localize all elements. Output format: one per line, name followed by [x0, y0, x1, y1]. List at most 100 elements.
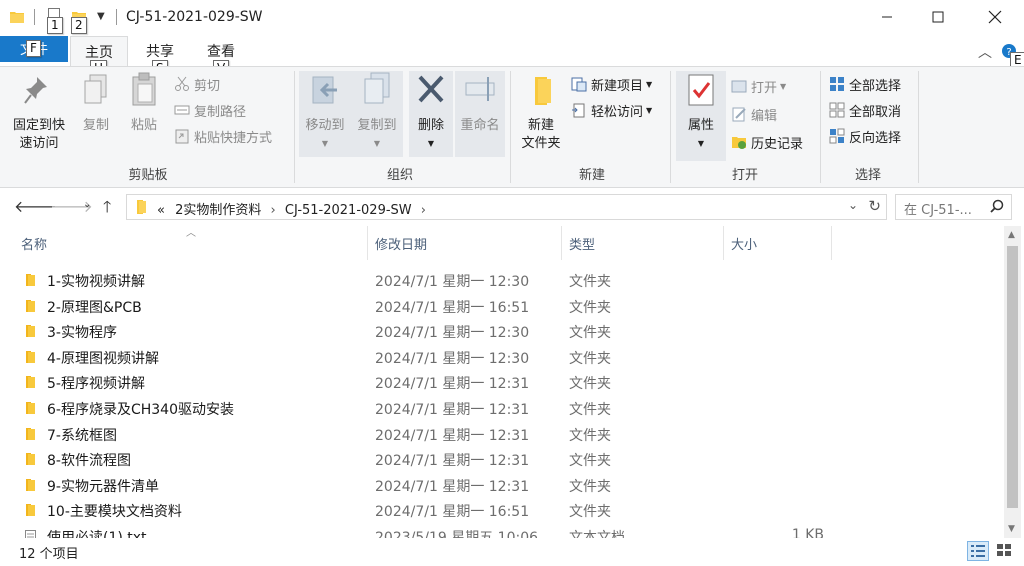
large-icons-view-button[interactable] — [994, 541, 1016, 561]
chevron-down-icon: ▼ — [780, 81, 787, 91]
folder-icon — [26, 274, 35, 286]
navigation-bar: 🡐 🡒 ⌄ 🡑 « 2实物制作资料 › CJ-51-2021-029-SW › … — [0, 190, 1024, 224]
file-size: 1 KB — [791, 527, 824, 538]
cut-button[interactable]: 剪切 — [174, 73, 220, 95]
refresh-icon[interactable]: ↻ — [868, 197, 881, 215]
scroll-thumb[interactable] — [1007, 246, 1018, 508]
chevron-down-icon: ▼ — [373, 139, 381, 148]
address-history-chevron-icon[interactable]: ⌄ — [848, 198, 858, 212]
new-item-icon — [571, 77, 587, 92]
file-name: 6-程序烧录及CH340驱动安装 — [47, 402, 234, 418]
cut-label: 剪切 — [194, 78, 221, 94]
file-row[interactable]: 10-主要模块文档资料 2024/7/1 星期一 16:51 文件夹 — [0, 497, 1000, 522]
folder-icon — [26, 453, 35, 466]
file-name: 5-程序视频讲解 — [47, 376, 145, 393]
copy-path-button[interactable]: 复制路径 — [174, 99, 246, 121]
file-row[interactable]: 8-软件流程图 2024/7/1 星期一 12:31 文件夹 — [0, 446, 1000, 471]
paste-button[interactable]: 粘贴 — [124, 71, 164, 135]
new-folder-icon — [535, 77, 551, 105]
chevron-right-icon[interactable]: › — [271, 203, 276, 218]
status-bar: 12 个项目 — [0, 538, 1024, 566]
easy-access-icon — [572, 103, 585, 118]
group-label-new: 新建 — [578, 168, 605, 183]
ribbon: 固定到快 速访问 复制 粘贴 剪切 复制路径 粘贴快捷方式 剪贴板 移动到 ▼ … — [0, 66, 1024, 188]
column-header-type[interactable]: 类型 — [562, 226, 724, 260]
file-name: 2-原理图&PCB — [47, 299, 142, 316]
pin-label: 固定到快 速访问 — [12, 118, 65, 151]
file-row[interactable]: 1-实物视频讲解 2024/7/1 星期一 12:30 文件夹 — [0, 267, 1000, 292]
file-row[interactable]: 3-实物程序 2024/7/1 星期一 12:30 文件夹 — [0, 318, 1000, 343]
recent-locations-chevron-icon[interactable]: ⌄ — [83, 199, 91, 210]
file-type: 文件夹 — [569, 402, 611, 418]
new-folder-label: 新建 文件夹 — [521, 118, 561, 151]
customize-qat-chevron-icon[interactable]: ▼ — [97, 11, 105, 22]
group-label-select: 选择 — [854, 168, 881, 183]
file-date: 2024/7/1 星期一 16:51 — [375, 504, 530, 521]
file-row[interactable]: 5-程序视频讲解 2024/7/1 星期一 12:31 文件夹 — [0, 369, 1000, 394]
open-button[interactable]: 打开 ▼ — [731, 75, 786, 97]
file-name: 8-软件流程图 — [47, 453, 131, 470]
paste-shortcut-button[interactable]: 粘贴快捷方式 — [174, 125, 272, 147]
easy-access-button[interactable]: 轻松访问 ▼ — [571, 99, 652, 121]
properties-label: 属性 — [687, 118, 714, 133]
address-bar[interactable]: « 2实物制作资料 › CJ-51-2021-029-SW › ⌄ ↻ — [126, 194, 887, 220]
file-row[interactable]: 7-系统框图 2024/7/1 星期一 12:31 文件夹 — [0, 421, 1000, 446]
folder-icon — [26, 427, 35, 440]
pin-quick-access-button[interactable]: 固定到快 速访问 — [8, 71, 70, 153]
vertical-scrollbar[interactable]: ▲ ▼ — [1004, 226, 1021, 538]
minimize-button[interactable] — [864, 0, 910, 34]
rename-icon — [465, 77, 495, 101]
properties-button[interactable]: 属性 ▼ — [676, 71, 726, 161]
file-row[interactable]: 4-原理图视频讲解 2024/7/1 星期一 12:30 文件夹 — [0, 344, 1000, 369]
maximize-button[interactable] — [915, 0, 961, 34]
file-date: 2024/7/1 星期一 16:51 — [375, 299, 530, 316]
chevron-right-icon[interactable]: › — [421, 203, 426, 218]
breadcrumb-overflow[interactable]: « — [157, 203, 165, 218]
column-header-size[interactable]: 大小 — [724, 226, 832, 260]
separator — [294, 71, 295, 183]
search-box[interactable]: 在 CJ-51-... — [895, 194, 1012, 220]
folder-icon — [26, 376, 35, 389]
close-button[interactable] — [972, 0, 1018, 34]
separator — [116, 9, 117, 25]
file-row[interactable]: 6-程序烧录及CH340驱动安装 2024/7/1 星期一 12:31 文件夹 — [0, 395, 1000, 420]
delete-button[interactable]: 删除 ▼ — [409, 71, 453, 157]
select-none-button[interactable]: 全部取消 — [829, 99, 901, 121]
edit-button[interactable]: 编辑 — [731, 103, 777, 125]
new-item-label: 新建项目 — [591, 78, 644, 94]
folder-icon — [26, 402, 35, 414]
file-type: 文件夹 — [569, 453, 611, 470]
search-placeholder: 在 CJ-51-... — [904, 203, 972, 218]
up-arrow-icon[interactable]: 🡑 — [103, 196, 111, 223]
folder-icon — [26, 350, 35, 363]
move-to-button[interactable]: 移动到 ▼ — [299, 71, 351, 157]
rename-button[interactable]: 重命名 — [455, 71, 505, 157]
select-none-icon — [829, 102, 845, 118]
new-item-button[interactable]: 新建项目 ▼ — [571, 73, 652, 95]
easy-access-label: 轻松访问 — [591, 104, 644, 120]
file-row[interactable]: 9-实物元器件清单 2024/7/1 星期一 12:31 文件夹 — [0, 472, 1000, 497]
history-button[interactable]: 历史记录 — [731, 131, 803, 153]
expand-ribbon-chevron-icon[interactable]: ︿ — [978, 42, 992, 62]
keytip-qat-2: 2 — [71, 17, 87, 34]
invert-selection-button[interactable]: 反向选择 — [829, 125, 901, 147]
breadcrumb-item[interactable]: 2实物制作资料 — [175, 203, 261, 218]
new-folder-button[interactable]: 新建 文件夹 — [516, 71, 566, 153]
file-row[interactable]: 2-原理图&PCB 2024/7/1 星期一 16:51 文件夹 — [0, 293, 1000, 318]
copy-button[interactable]: 复制 — [76, 71, 116, 135]
ribbon-tabs: 文件 F 主页 H 共享 S 查看 V ︿ ? E — [0, 36, 1024, 77]
scroll-down-icon[interactable]: ▼ — [1008, 524, 1015, 534]
group-label-clipboard: 剪贴板 — [128, 168, 168, 183]
column-header-name[interactable]: 名称 — [14, 226, 368, 260]
delete-label: 删除 — [417, 118, 444, 133]
breadcrumb-item[interactable]: CJ-51-2021-029-SW — [285, 203, 412, 218]
select-all-button[interactable]: 全部选择 — [829, 73, 901, 95]
copy-path-label: 复制路径 — [194, 104, 247, 120]
file-type: 文件夹 — [569, 274, 611, 290]
keytip-qat-1: 1 — [47, 17, 63, 34]
details-view-button[interactable] — [967, 541, 989, 561]
file-row[interactable]: 使用必读(1).txt 2023/5/19 星期五 10:06 文本文档 1 KB — [0, 523, 1000, 538]
copy-to-button[interactable]: 复制到 ▼ — [351, 71, 403, 157]
scroll-up-icon[interactable]: ▲ — [1008, 230, 1015, 240]
column-header-date[interactable]: 修改日期 — [368, 226, 562, 260]
